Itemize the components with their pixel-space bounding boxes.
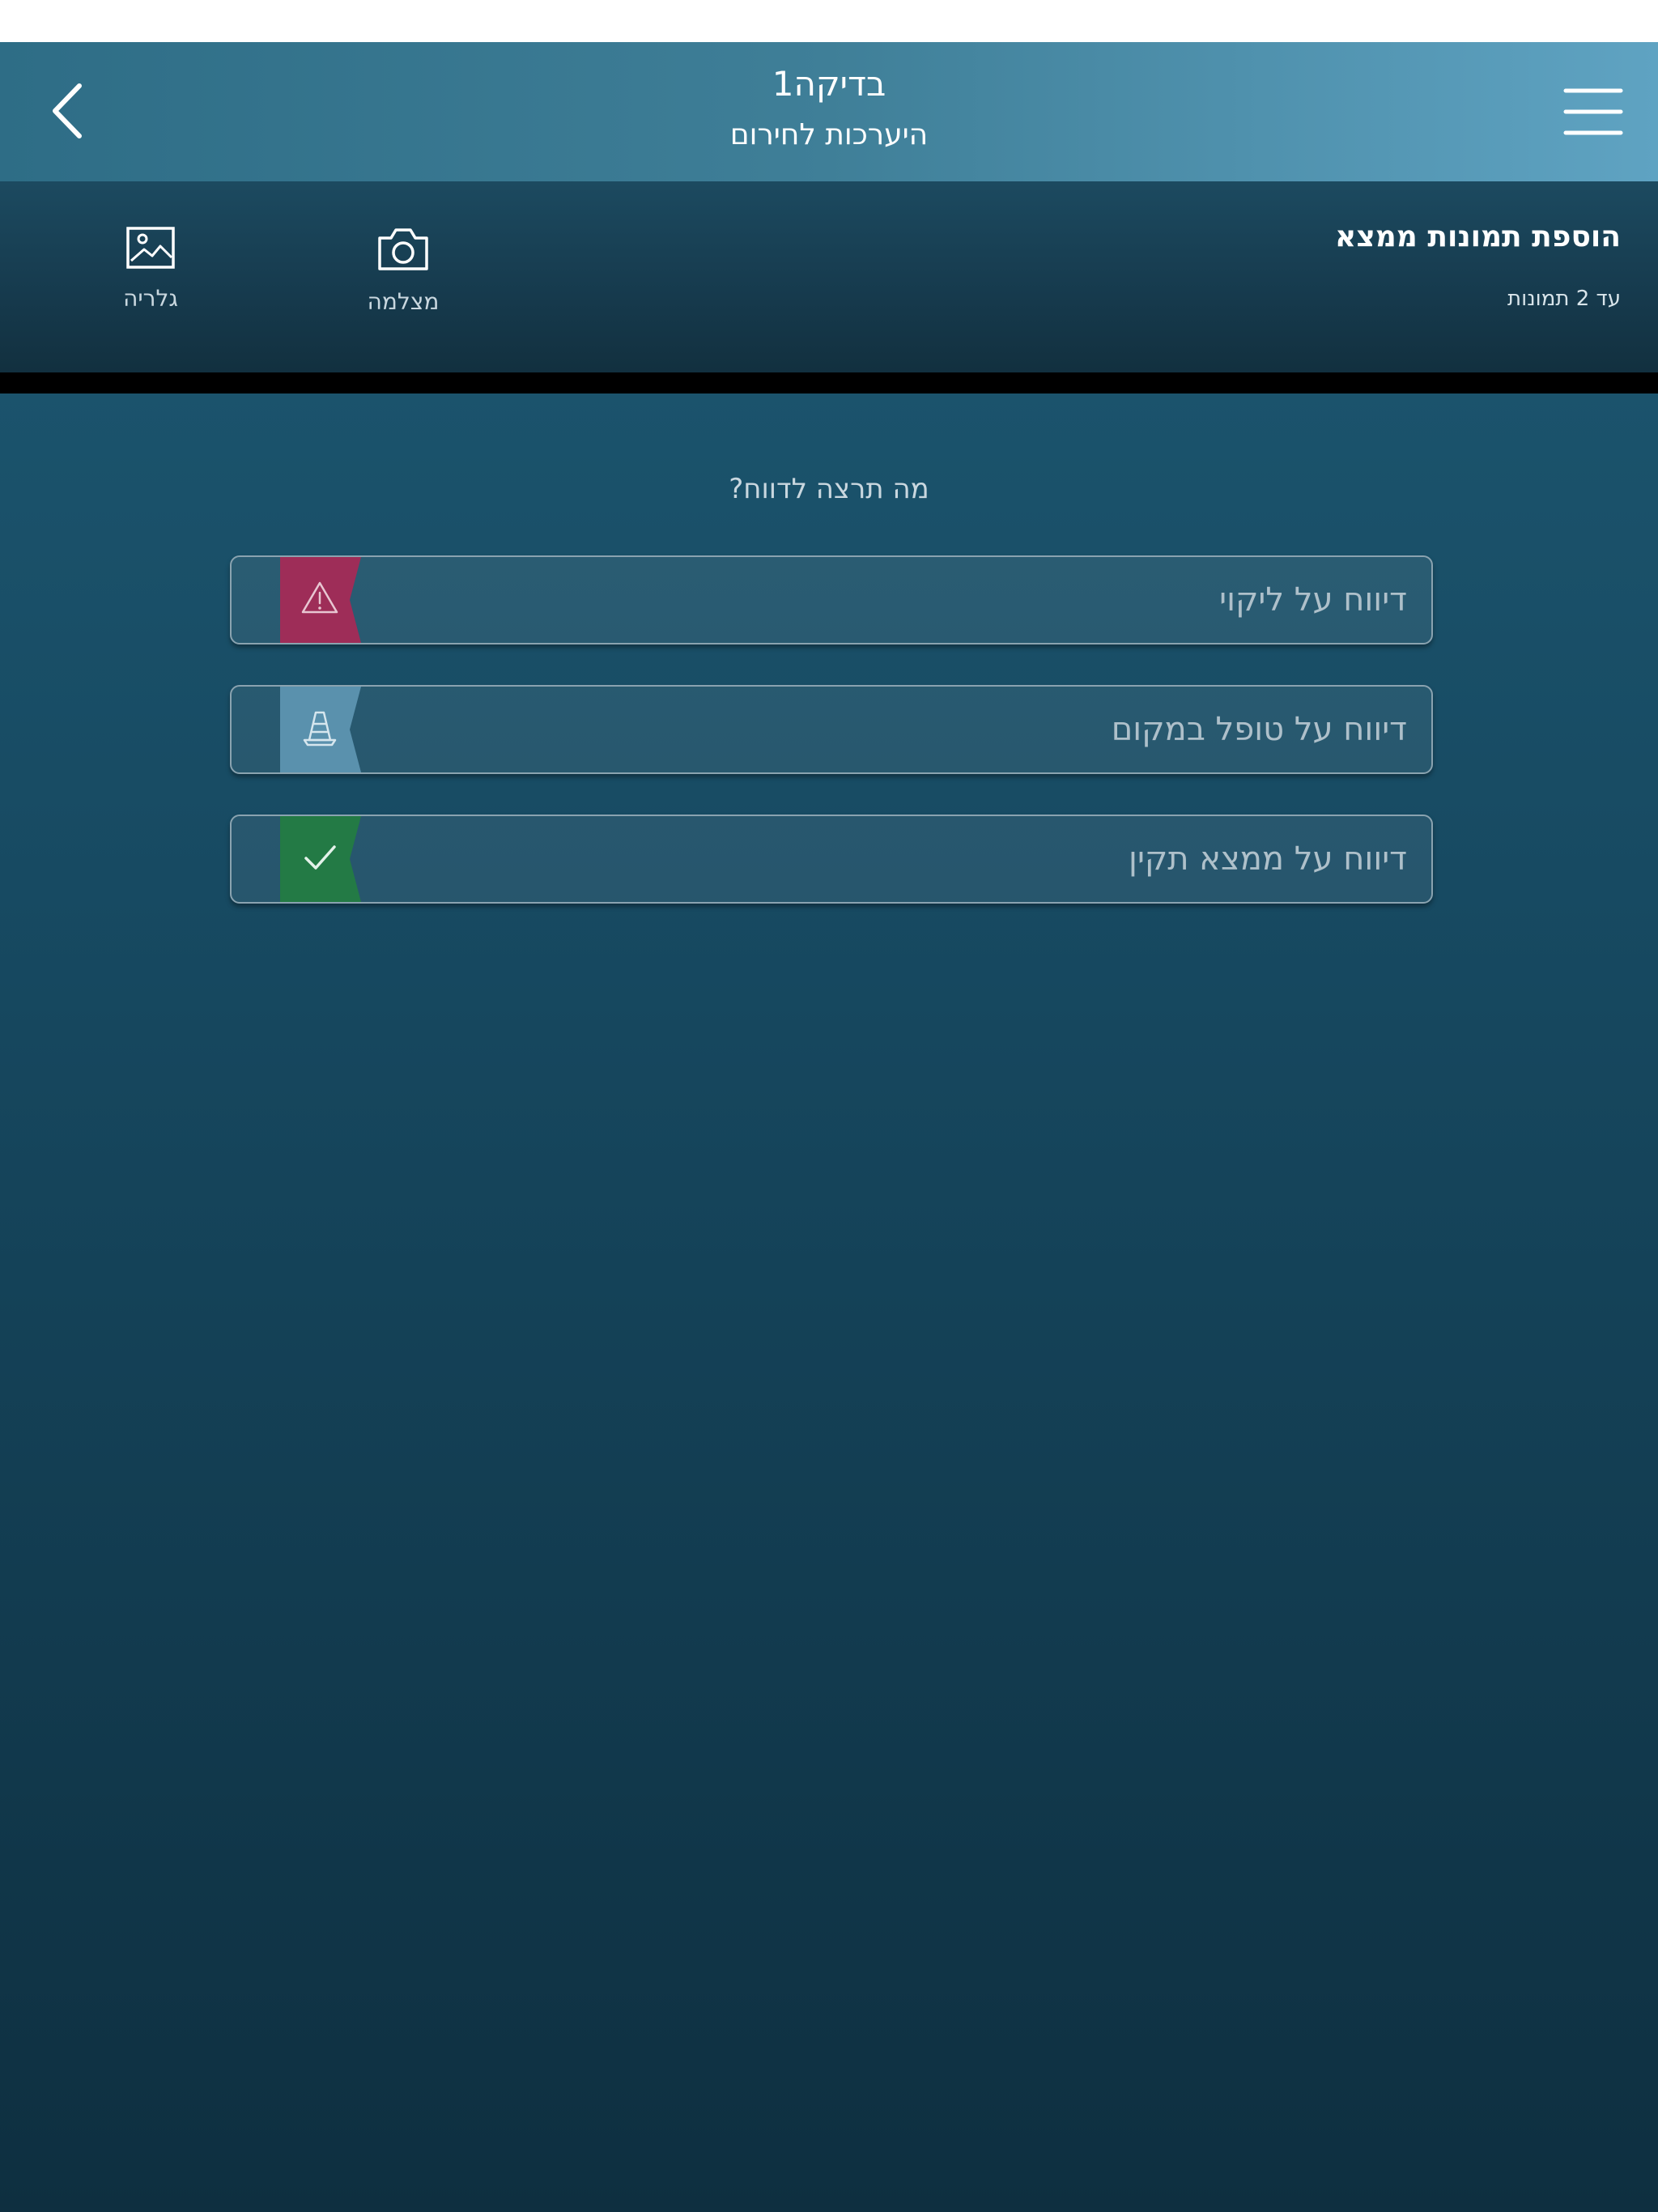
report-defect-button[interactable]: דיווח על ליקוי bbox=[230, 555, 1433, 644]
add-photos-title: הוספת תמונות ממצא bbox=[1335, 220, 1621, 253]
checkmark-icon bbox=[304, 845, 336, 870]
chevron-left-icon bbox=[53, 83, 82, 138]
add-photos-section: הוספת תמונות ממצא עד 2 תמונות מצלמה גלרי… bbox=[0, 181, 1658, 372]
divider-band bbox=[0, 372, 1658, 393]
report-tag-ok bbox=[280, 816, 361, 902]
camera-label: מצלמה bbox=[367, 288, 440, 315]
report-tag-handled bbox=[280, 687, 361, 772]
back-button[interactable] bbox=[40, 74, 105, 147]
report-handled-label: דיווח על טופל במקום bbox=[1111, 711, 1407, 748]
gallery-label: גלריה bbox=[123, 285, 178, 312]
report-ok-button[interactable]: דיווח על ממצא תקין bbox=[230, 815, 1433, 904]
page-title: בדיקה1 bbox=[772, 64, 886, 104]
gallery-icon bbox=[126, 227, 175, 269]
report-ok-label: דיווח על ממצא תקין bbox=[1129, 840, 1407, 878]
traffic-cone-icon bbox=[303, 711, 337, 747]
menu-button[interactable] bbox=[1554, 79, 1632, 144]
report-handled-button[interactable]: דיווח על טופל במקום bbox=[230, 685, 1433, 774]
hamburger-menu-icon bbox=[1563, 88, 1623, 135]
photos-limit-text: עד 2 תמונות bbox=[1507, 287, 1621, 311]
navigation-bar: בדיקה1 היערכות לחירום bbox=[0, 42, 1658, 181]
report-tag-defect bbox=[280, 557, 361, 643]
status-bar bbox=[0, 0, 1658, 42]
warning-triangle-icon bbox=[301, 581, 338, 614]
camera-button[interactable]: מצלמה bbox=[330, 225, 476, 315]
gallery-button[interactable]: גלריה bbox=[78, 225, 223, 312]
camera-icon bbox=[378, 228, 428, 270]
report-question: מה תרצה לדווח? bbox=[729, 473, 929, 505]
report-defect-label: דיווח על ליקוי bbox=[1219, 581, 1407, 619]
page-subtitle: היערכות לחירום bbox=[729, 118, 929, 151]
